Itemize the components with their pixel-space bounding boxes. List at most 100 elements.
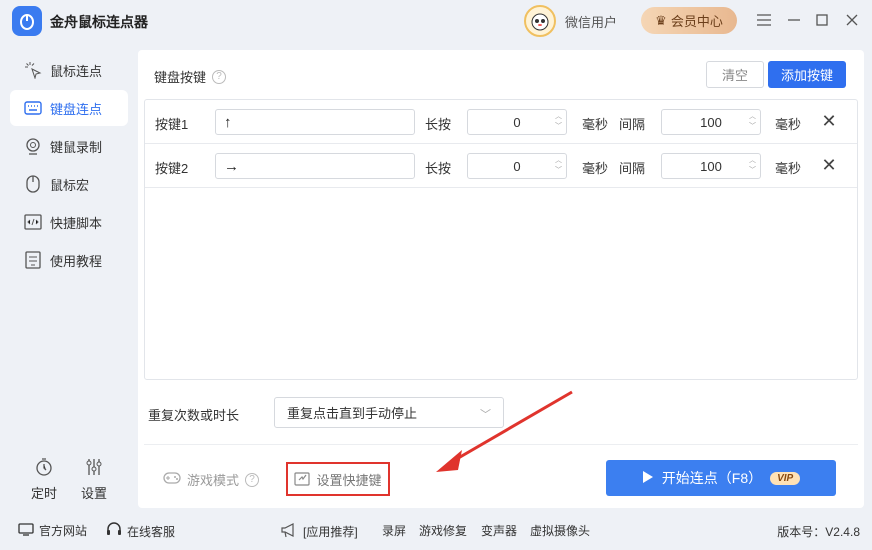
sidebar-item-script[interactable]: 快捷脚本 xyxy=(10,204,128,240)
hotkey-label: 设置快捷键 xyxy=(316,472,382,488)
settings-button[interactable]: 设置 xyxy=(74,458,114,502)
minimize-icon[interactable] xyxy=(784,10,804,30)
app-title: 金舟鼠标连点器 xyxy=(50,14,148,30)
spinner-icon[interactable]: ︿ ﹀ xyxy=(555,112,562,132)
interval-value: 100 xyxy=(700,158,722,174)
megaphone-icon xyxy=(280,522,298,541)
repeat-label: 重复次数或时长 xyxy=(148,408,240,423)
spinner-icon[interactable]: ︿ ﹀ xyxy=(749,156,756,176)
annotation-arrow xyxy=(436,390,573,472)
delete-key-icon[interactable]: ✕ xyxy=(819,111,839,131)
settings-icon xyxy=(85,458,103,479)
start-click-button[interactable]: 开始连点（F8） VIP xyxy=(606,460,836,496)
hold-duration-value: 0 xyxy=(513,114,521,130)
key-label: 按键1 xyxy=(155,117,189,132)
sidebar-item-tutorial[interactable]: 使用教程 xyxy=(10,242,128,278)
version-label: 版本号：V2.4.8 xyxy=(777,525,860,539)
gamepad-icon xyxy=(163,471,181,488)
headset-icon xyxy=(106,522,122,540)
hold-duration-input[interactable]: 0 ︿ ﹀ xyxy=(467,109,567,135)
interval-input[interactable]: 100 ︿ ﹀ xyxy=(661,153,761,179)
crown-icon: ♛ xyxy=(655,12,667,28)
maximize-icon[interactable] xyxy=(812,10,832,30)
set-hotkey-button[interactable]: 设置快捷键 xyxy=(286,462,390,496)
app-recommend-label: [应用推荐] xyxy=(303,525,358,539)
menu-icon[interactable] xyxy=(754,10,774,30)
interval-label: 间隔 xyxy=(619,117,646,132)
key-list: 按键1 ↑ 长按 0 ︿ ﹀ 毫秒 间隔 100 ︿ ﹀ 毫秒 ✕ 按键2 → 长按… xyxy=(144,99,858,380)
hold-label: 长按 xyxy=(425,161,452,176)
help-icon[interactable]: ? xyxy=(245,472,260,487)
mouse-click-icon xyxy=(24,61,42,79)
key-label: 按键2 xyxy=(155,161,189,176)
game-mode-toggle[interactable]: 游戏模式 ? xyxy=(163,470,260,489)
spinner-icon[interactable]: ︿ ﹀ xyxy=(555,156,562,176)
footer-link-game-repair[interactable]: 游戏修复 xyxy=(419,522,467,539)
hold-unit-label: 毫秒 xyxy=(582,161,609,176)
hold-duration-value: 0 xyxy=(513,158,521,174)
user-name[interactable]: 微信用户 xyxy=(565,12,617,31)
settings-label: 设置 xyxy=(80,486,107,501)
footer-link-voice-changer[interactable]: 变声器 xyxy=(481,522,517,539)
game-mode-label: 游戏模式 xyxy=(187,473,240,488)
start-label: 开始连点（F8） xyxy=(661,470,763,486)
help-icon[interactable]: ? xyxy=(212,69,227,84)
mouse-icon xyxy=(24,175,42,193)
repeat-select-value: 重复点击直到手动停止 xyxy=(287,406,418,421)
app-recommend[interactable]: [应用推荐] xyxy=(280,522,358,541)
footer: 官方网站 在线客服 [应用推荐] 录屏 游戏修复 变声器 虚拟摄像头 版本号：V… xyxy=(0,514,872,544)
sidebar-item-label: 键盘连点 xyxy=(50,101,103,117)
add-key-button[interactable]: 添加按键 xyxy=(768,61,846,88)
play-icon xyxy=(642,470,654,487)
record-icon xyxy=(24,137,42,155)
key-input[interactable]: ↑ xyxy=(215,109,415,135)
footer-link-virtual-camera[interactable]: 虚拟摄像头 xyxy=(530,522,590,539)
spinner-icon[interactable]: ︿ ﹀ xyxy=(749,112,756,132)
hold-duration-input[interactable]: 0 ︿ ﹀ xyxy=(467,153,567,179)
key-row: 按键2 → 长按 0 ︿ ﹀ 毫秒 间隔 100 ︿ ﹀ 毫秒 ✕ xyxy=(145,144,857,188)
interval-label: 间隔 xyxy=(619,161,646,176)
tutorial-icon xyxy=(24,251,42,269)
monitor-icon xyxy=(18,522,34,539)
sidebar-item-keyboard-click[interactable]: 键盘连点 xyxy=(10,90,128,126)
interval-input[interactable]: 100 ︿ ﹀ xyxy=(661,109,761,135)
timer-icon xyxy=(35,458,53,479)
app-logo-icon xyxy=(12,6,42,36)
sidebar: 鼠标连点 键盘连点 键鼠录制 鼠标宏 快捷脚本 使用教程 定时 设置 xyxy=(0,50,136,510)
delete-key-icon[interactable]: ✕ xyxy=(819,155,839,175)
section-title: 键盘按键 ? xyxy=(154,67,227,86)
vip-center-button[interactable]: ♛ 会员中心 xyxy=(641,7,737,34)
keyboard-icon xyxy=(24,99,42,117)
online-support-link[interactable]: 在线客服 xyxy=(106,522,175,540)
sidebar-item-record[interactable]: 键鼠录制 xyxy=(10,128,128,164)
interval-unit-label: 毫秒 xyxy=(775,117,802,132)
sidebar-item-mouse-click[interactable]: 鼠标连点 xyxy=(10,52,128,88)
hold-unit-label: 毫秒 xyxy=(582,117,609,132)
script-icon xyxy=(24,213,42,231)
key-input[interactable]: → xyxy=(215,153,415,179)
online-support-label: 在线客服 xyxy=(127,524,176,539)
clear-button[interactable]: 清空 xyxy=(706,61,764,88)
timer-label: 定时 xyxy=(30,486,57,501)
vip-center-label: 会员中心 xyxy=(670,14,723,29)
official-website-label: 官方网站 xyxy=(39,524,88,538)
user-avatar[interactable] xyxy=(524,5,556,37)
sidebar-item-label: 键鼠录制 xyxy=(50,139,103,155)
footer-link-record-screen[interactable]: 录屏 xyxy=(382,522,406,539)
key-row: 按键1 ↑ 长按 0 ︿ ﹀ 毫秒 间隔 100 ︿ ﹀ 毫秒 ✕ xyxy=(145,100,857,144)
title-bar: 金舟鼠标连点器 微信用户 ♛ 会员中心 xyxy=(0,0,872,42)
sidebar-item-label: 使用教程 xyxy=(50,253,103,269)
official-website-link[interactable]: 官方网站 xyxy=(18,522,87,539)
sidebar-item-label: 快捷脚本 xyxy=(50,215,103,231)
interval-unit-label: 毫秒 xyxy=(775,161,802,176)
sidebar-item-mouse-macro[interactable]: 鼠标宏 xyxy=(10,166,128,202)
timer-button[interactable]: 定时 xyxy=(24,458,64,502)
sidebar-item-label: 鼠标连点 xyxy=(50,63,103,79)
close-icon[interactable] xyxy=(842,10,862,30)
vip-badge: VIP xyxy=(770,471,801,485)
sidebar-item-label: 鼠标宏 xyxy=(50,177,90,193)
interval-value: 100 xyxy=(700,114,722,130)
section-title-label: 键盘按键 xyxy=(154,70,207,85)
hold-label: 长按 xyxy=(425,117,452,132)
hotkey-icon xyxy=(294,470,311,489)
